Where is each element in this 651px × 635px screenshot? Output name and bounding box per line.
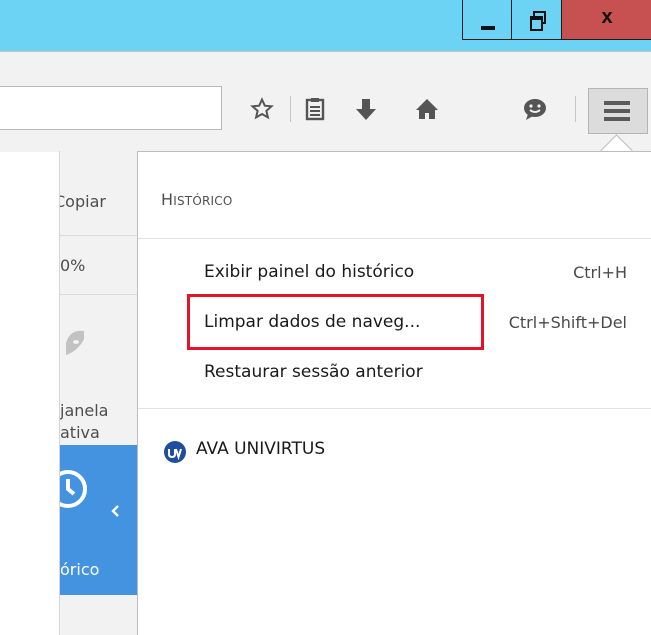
url-bar[interactable]	[0, 86, 222, 130]
history-popup: HISTÓRICO Exibir painel do histórico Ctr…	[137, 151, 651, 635]
history-header: HISTÓRICO	[161, 190, 233, 209]
history-clock-icon	[60, 469, 90, 513]
header-divider	[138, 238, 651, 239]
copy-button[interactable]: Copiar	[60, 192, 106, 211]
restore-button[interactable]	[511, 0, 562, 40]
menu-item-show-history-shortcut: Ctrl+H	[573, 263, 627, 282]
private-window-label-line2[interactable]: ativa	[60, 423, 100, 442]
menu-item-show-history-label[interactable]: Exibir painel do histórico	[204, 262, 414, 282]
menu-item-restore-session-label[interactable]: Restaurar sessão anterior	[204, 362, 423, 382]
customize-panel: Copiar 0% janela ativa órico	[59, 151, 137, 635]
minimize-icon	[481, 26, 495, 30]
toolbar-separator	[290, 96, 291, 122]
toolbar-separator	[575, 96, 576, 122]
history-button-label: órico	[60, 560, 100, 579]
univirtus-favicon-icon	[164, 441, 186, 463]
restore-icon	[530, 11, 546, 31]
history-button[interactable]: órico	[60, 445, 137, 595]
highlight-box	[187, 294, 484, 350]
private-window-mask-icon[interactable]	[64, 327, 84, 361]
reading-list-icon[interactable]	[300, 94, 330, 124]
private-window-label-line1[interactable]: janela	[60, 401, 108, 420]
items-divider	[138, 408, 651, 409]
panel-divider	[60, 294, 137, 295]
zoom-level: 0%	[60, 256, 86, 275]
chat-smiley-icon[interactable]	[520, 94, 550, 124]
chevron-left-icon	[110, 503, 120, 522]
home-icon[interactable]	[412, 94, 442, 124]
download-arrow-icon[interactable]	[351, 94, 381, 124]
hamburger-menu-icon[interactable]	[588, 88, 648, 134]
minimize-button[interactable]	[462, 0, 512, 40]
star-bookmark-icon[interactable]	[247, 94, 277, 124]
history-entry-ava-univirtus[interactable]: AVA UNIVIRTUS	[196, 439, 325, 459]
close-button[interactable]: x	[561, 0, 651, 40]
panel-footer	[60, 595, 137, 635]
panel-divider	[60, 235, 137, 236]
close-icon: x	[601, 6, 613, 28]
menu-item-clear-data-shortcut: Ctrl+Shift+Del	[508, 313, 627, 332]
